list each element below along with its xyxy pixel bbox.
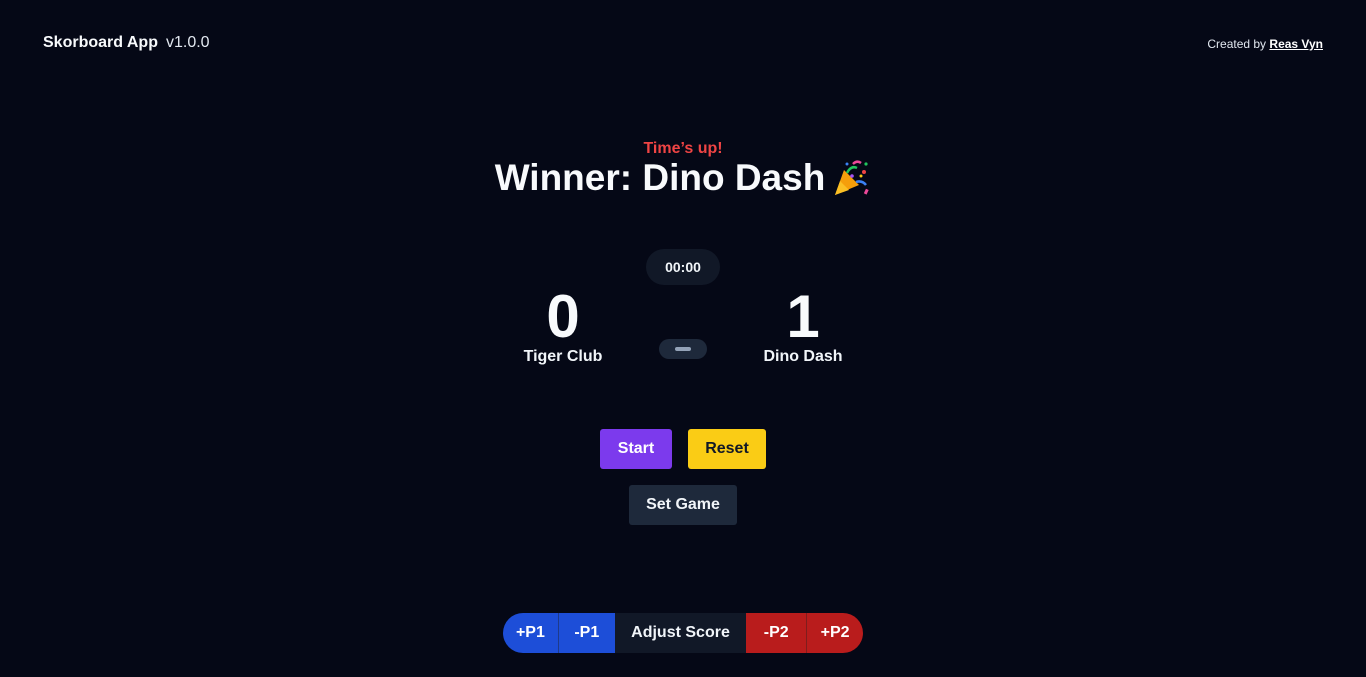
scoreboard-page: Skorboard App v1.0.0 Created by Reas Vyn… xyxy=(0,0,1366,677)
app-brand: Skorboard App v1.0.0 xyxy=(43,34,210,52)
winner-heading: Winner: Dino Dash xyxy=(0,157,1366,199)
reset-button[interactable]: Reset xyxy=(688,429,766,469)
p1-plus-button[interactable]: +P1 xyxy=(503,613,559,653)
adjust-score-label: Adjust Score xyxy=(614,613,747,653)
team-two-name: Dino Dash xyxy=(763,348,843,365)
app-version: v1.0.0 xyxy=(165,34,210,51)
score-separator xyxy=(659,339,707,359)
separator-dash xyxy=(675,347,691,351)
set-game-button[interactable]: Set Game xyxy=(629,485,737,525)
status-message: Time’s up! xyxy=(643,140,723,157)
team-one-name: Tiger Club xyxy=(523,348,603,365)
team-one-score: 0 xyxy=(546,283,580,350)
credit-line: Created by Reas Vyn xyxy=(1207,37,1323,51)
start-button[interactable]: Start xyxy=(600,429,672,469)
party-popper-icon xyxy=(831,158,871,198)
game-timer: 00:00 xyxy=(646,249,720,285)
author-link[interactable]: Reas Vyn xyxy=(1269,37,1323,51)
p2-minus-button[interactable]: -P2 xyxy=(746,613,808,653)
app-name: Skorboard App xyxy=(43,34,158,51)
p1-minus-button[interactable]: -P1 xyxy=(558,613,615,653)
team-two-score: 1 xyxy=(786,283,820,350)
adjust-score-bar: +P1 -P1 Adjust Score -P2 +P2 xyxy=(503,613,863,653)
winner-text: Winner: Dino Dash xyxy=(494,157,826,198)
credit-prefix: Created by xyxy=(1207,37,1267,51)
team-two-panel: 1 Dino Dash xyxy=(723,283,883,366)
p2-plus-button[interactable]: +P2 xyxy=(807,613,863,653)
team-one-panel: 0 Tiger Club xyxy=(483,283,643,366)
